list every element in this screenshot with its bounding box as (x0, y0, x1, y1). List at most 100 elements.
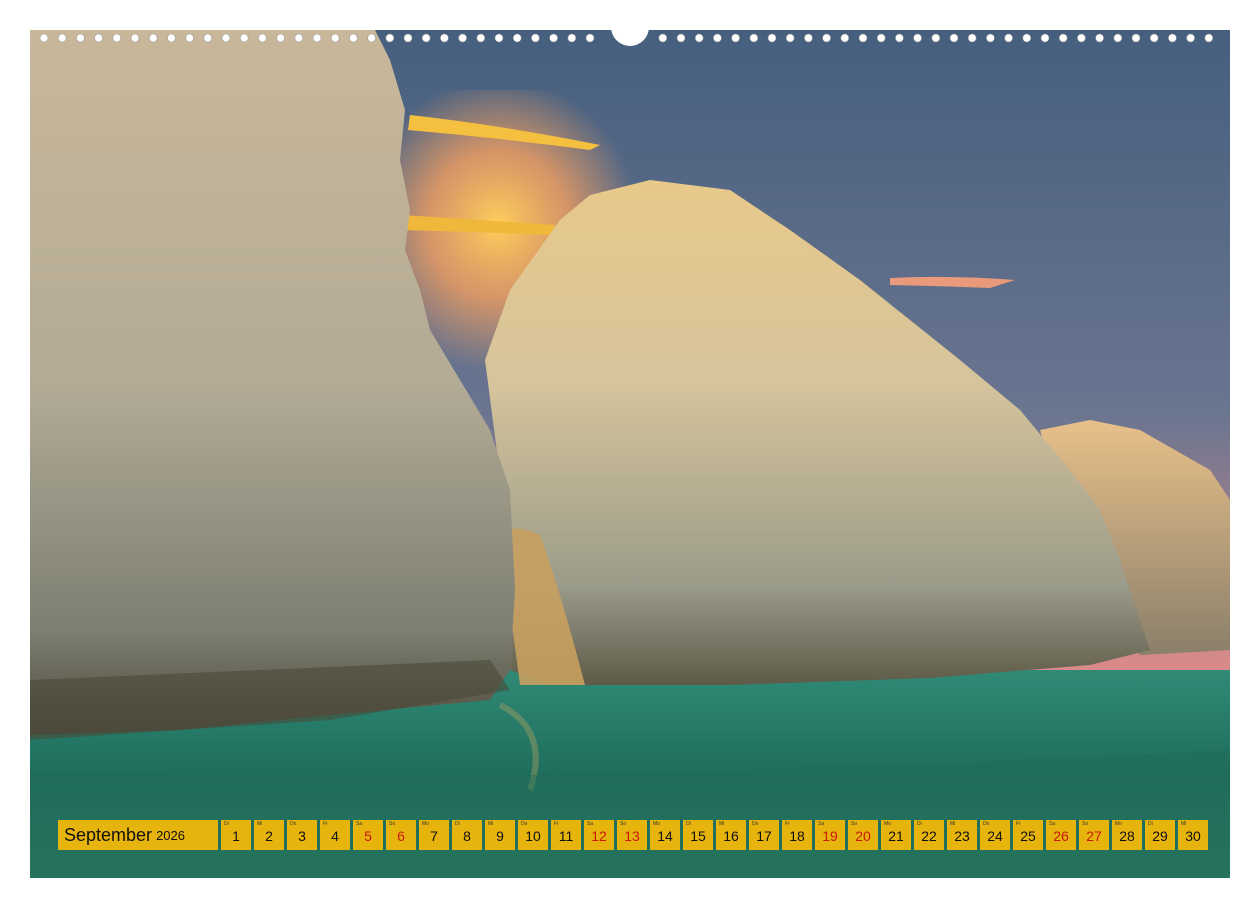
day-cell: Di 22 (914, 820, 944, 850)
weekday-label: Do (752, 821, 759, 827)
day-cells: Di 1 Mi 2 Do 3 Fr 4 Sa 5 So 6 Mo 7 Di 8 Mi 9 Do 10 Fr 11 Sa 12 S… (221, 820, 1208, 850)
binding-hole (1113, 33, 1123, 43)
day-number: 14 (657, 828, 673, 844)
binding-hole (39, 33, 49, 43)
binding-hole (1204, 33, 1214, 43)
day-number: 7 (430, 828, 438, 844)
binding-hole (185, 33, 194, 43)
day-number: 18 (789, 828, 805, 844)
day-number: 6 (397, 828, 405, 844)
weekday-label: Sa (1049, 821, 1056, 827)
binding-hole (112, 33, 122, 43)
day-cell: Mo 21 (881, 820, 911, 850)
weekday-label: Di (455, 821, 460, 827)
day-number: 16 (723, 828, 739, 844)
binding-hole (949, 33, 959, 43)
binding-hole (694, 33, 704, 43)
month-label: September 2026 (58, 820, 218, 850)
binding-hole (385, 33, 395, 43)
day-cell: Di 8 (452, 820, 482, 850)
day-cell: Fr 25 (1013, 820, 1043, 850)
binding-hole (403, 33, 413, 43)
weekday-label: Fr (785, 821, 790, 827)
binding-hole (1131, 33, 1141, 43)
day-cell: Mo 14 (650, 820, 680, 850)
month-name: September (64, 824, 153, 845)
day-cell: Fr 4 (320, 820, 350, 850)
binding-hole (421, 33, 431, 43)
binding-hole (858, 33, 868, 43)
binding-hole (1095, 33, 1104, 43)
day-number: 23 (954, 828, 970, 844)
rock-arch-seascape-image (30, 30, 1230, 878)
binding-hole (512, 33, 522, 43)
binding-hole (148, 33, 158, 43)
day-cell: Mo 28 (1112, 820, 1142, 850)
calendar-bar: September 2026 Di 1 Mi 2 Do 3 Fr 4 Sa 5 So 6 Mo 7 Di 8 M… (58, 820, 1208, 850)
day-cell: Do 24 (980, 820, 1010, 850)
day-number: 1 (232, 828, 240, 844)
weekday-label: Do (521, 821, 528, 827)
binding-hole (494, 33, 504, 43)
weekday-label: Mi (257, 821, 263, 827)
day-number: 29 (1152, 828, 1168, 844)
day-number: 28 (1119, 828, 1135, 844)
weekday-label: Do (290, 821, 297, 827)
binding-hole (713, 33, 722, 43)
weekday-label: Sa (587, 821, 594, 827)
day-cell: Mi 2 (254, 820, 284, 850)
binding-hole (585, 33, 595, 43)
day-cell: Sa 12 (584, 820, 614, 850)
binding-hole (94, 33, 103, 43)
binding-hole (1058, 33, 1068, 43)
binding-hole (1040, 33, 1050, 43)
binding-hole (330, 33, 340, 43)
binding-hole (785, 33, 795, 43)
day-cell: So 6 (386, 820, 416, 850)
binding-hole (986, 33, 995, 43)
day-number: 24 (987, 828, 1003, 844)
day-number: 27 (1086, 828, 1102, 844)
weekday-label: Sa (818, 821, 825, 827)
binding-hole (531, 33, 540, 43)
binding-hole (731, 33, 740, 43)
binding-hole (913, 33, 922, 43)
binding-hole (1004, 33, 1013, 43)
binding-hole (1149, 33, 1159, 43)
binding-hole (57, 33, 67, 43)
day-number: 22 (921, 828, 937, 844)
weekday-label: Mi (488, 821, 494, 827)
day-number: 9 (496, 828, 504, 844)
day-number: 25 (1020, 828, 1036, 844)
binding-hole (239, 33, 249, 43)
binding-hole (276, 33, 285, 43)
weekday-label: Sa (356, 821, 363, 827)
binding-hole (749, 33, 759, 43)
day-number: 8 (463, 828, 471, 844)
day-cell: Fr 18 (782, 820, 812, 850)
day-number: 5 (364, 828, 372, 844)
weekday-label: So (389, 821, 396, 827)
binding-hole (549, 33, 558, 43)
binding-hole (967, 33, 977, 43)
weekday-label: Do (983, 821, 990, 827)
day-number: 11 (558, 828, 574, 844)
binding-hole (567, 33, 577, 43)
weekday-label: Di (917, 821, 922, 827)
day-number: 10 (525, 828, 541, 844)
binding-hole (1022, 33, 1032, 43)
calendar-photo (30, 30, 1230, 878)
day-cell: So 20 (848, 820, 878, 850)
binding-hole (221, 33, 231, 43)
day-number: 20 (855, 828, 871, 844)
binding-hole (931, 33, 941, 43)
day-cell: Sa 26 (1046, 820, 1076, 850)
binding-hole (1077, 33, 1086, 43)
day-cell: Di 15 (683, 820, 713, 850)
weekday-label: Di (224, 821, 229, 827)
day-cell: Di 29 (1145, 820, 1175, 850)
day-number: 15 (690, 828, 706, 844)
weekday-label: Mi (950, 821, 956, 827)
binding-hole (1168, 33, 1177, 43)
day-number: 3 (298, 828, 306, 844)
